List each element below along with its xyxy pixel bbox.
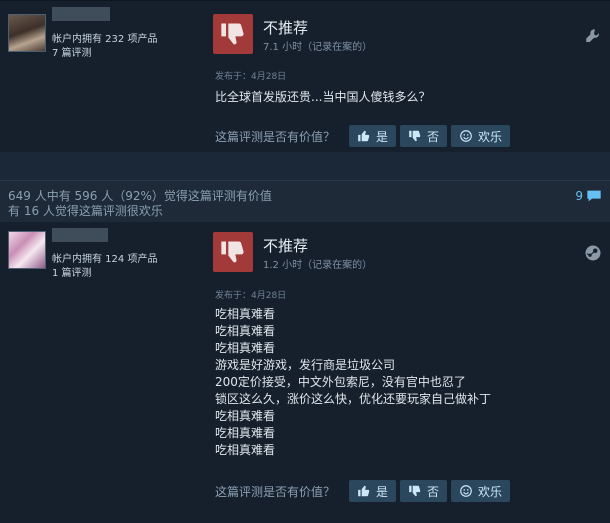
- review-line: 吃相真难看: [215, 443, 276, 457]
- vote-yes-label: 是: [376, 484, 389, 499]
- vote-funny-label: 欢乐: [478, 129, 503, 144]
- review-line: 200定价接受，中文外包索尼，没有官中也忍了: [215, 375, 466, 389]
- review-verdict[interactable]: 不推荐: [263, 17, 308, 38]
- review-stats-bar: 649 人中有 596 人（92%）觉得这篇评测有价值 有 16 人觉得这篇评测…: [0, 180, 610, 223]
- vote-funny-label: 欢乐: [478, 484, 503, 499]
- comment-icon: [587, 190, 601, 202]
- review-count[interactable]: 7 篇评测: [52, 44, 92, 59]
- wrench-icon: [584, 27, 602, 45]
- review-line: 吃相真难看: [215, 307, 276, 321]
- review-body: 吃相真难看 吃相真难看 吃相真难看 游戏是好游戏，发行商是垃圾公司 200定价接…: [215, 306, 491, 459]
- vote-no-button[interactable]: 否: [400, 480, 448, 502]
- vote-yes-label: 是: [376, 129, 389, 144]
- avatar[interactable]: [8, 14, 46, 52]
- playtime: 7.1 小时（记录在案的）: [263, 42, 373, 53]
- review-line: 吃相真难看: [215, 426, 276, 440]
- review-separator: [0, 152, 610, 180]
- vote-funny-button[interactable]: 欢乐: [451, 125, 511, 147]
- posted-date: 发布于：4月28日: [215, 72, 287, 82]
- review-line: 比全球首发版还贵...当中国人傻钱多么？: [215, 90, 431, 104]
- thumbs-down-icon: [409, 485, 421, 497]
- username-obscured[interactable]: [52, 7, 110, 21]
- username-obscured[interactable]: [52, 228, 108, 242]
- helpful-count: 649 人中有 596 人（92%）觉得这篇评测有价值: [8, 189, 272, 203]
- owned-products[interactable]: 帐户内拥有 124 项产品: [52, 250, 157, 265]
- thumbs-up-icon: [358, 485, 370, 497]
- review-card: 帐户内拥有 124 项产品 1 篇评测 不推荐 1.2 小时（记录在案的） 发布…: [0, 222, 610, 523]
- helpful-vote-row: 这篇评测是否有价值？ 是 否 欢乐: [215, 480, 511, 502]
- review-line: 吃相真难看: [215, 409, 276, 423]
- comment-count: 9: [575, 189, 583, 203]
- review-line: 锁区这么久，涨价这么快，优化还要玩家自己做补丁: [215, 392, 492, 406]
- thumbs-down-icon: [213, 14, 253, 54]
- review-count[interactable]: 1 篇评测: [52, 264, 92, 279]
- posted-date: 发布于：4月28日: [215, 291, 287, 301]
- review-line: 吃相真难看: [215, 341, 276, 355]
- funny-count: 有 16 人觉得这篇评测很欢乐: [8, 204, 163, 218]
- avatar[interactable]: [8, 231, 46, 269]
- smiley-icon: [460, 485, 472, 497]
- steam-logo-icon: [584, 244, 602, 262]
- thumbs-down-icon: [409, 130, 421, 142]
- helpful-question: 这篇评测是否有价值？: [215, 129, 336, 144]
- vote-funny-button[interactable]: 欢乐: [451, 480, 511, 502]
- vote-no-button[interactable]: 否: [400, 125, 448, 147]
- vote-no-label: 否: [427, 484, 440, 499]
- thumbs-down-icon: [213, 232, 253, 272]
- helpful-vote-row: 这篇评测是否有价值？ 是 否 欢乐: [215, 125, 511, 147]
- vote-no-label: 否: [427, 129, 440, 144]
- vote-yes-button[interactable]: 是: [349, 480, 397, 502]
- review-line: 吃相真难看: [215, 324, 276, 338]
- vote-yes-button[interactable]: 是: [349, 125, 397, 147]
- thumbs-up-icon: [358, 130, 370, 142]
- review-card: 帐户内拥有 232 项产品 7 篇评测 不推荐 7.1 小时（记录在案的） 发布…: [0, 0, 610, 153]
- review-body: 比全球首发版还贵...当中国人傻钱多么？: [215, 89, 430, 106]
- smiley-icon: [460, 130, 472, 142]
- review-line: 游戏是好游戏，发行商是垃圾公司: [215, 358, 396, 372]
- review-verdict[interactable]: 不推荐: [263, 235, 308, 256]
- helpful-question: 这篇评测是否有价值？: [215, 484, 336, 499]
- owned-products[interactable]: 帐户内拥有 232 项产品: [52, 30, 157, 45]
- comments-link[interactable]: 9: [575, 189, 602, 203]
- playtime: 1.2 小时（记录在案的）: [263, 260, 373, 271]
